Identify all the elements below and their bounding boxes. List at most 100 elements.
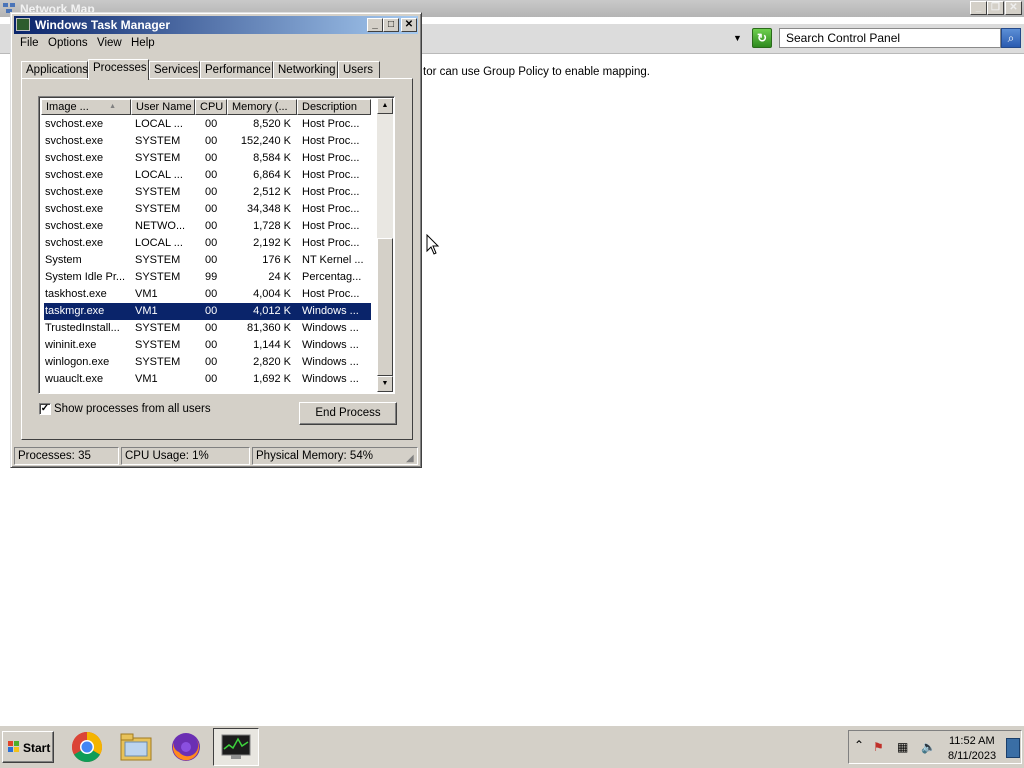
tab-networking[interactable]: Networking bbox=[273, 61, 338, 79]
cell-user-name: VM1 bbox=[135, 288, 158, 300]
task-manager-titlebar[interactable]: Windows Task Manager _ □ ✕ bbox=[14, 16, 418, 34]
cell-user-name: SYSTEM bbox=[135, 152, 181, 164]
cell-memory: 4,004 K bbox=[253, 288, 291, 300]
cell-cpu: 00 bbox=[205, 135, 218, 147]
restore-button[interactable]: ❐ bbox=[987, 1, 1004, 15]
search-icon[interactable]: ⌕ bbox=[1001, 28, 1021, 48]
cell-cpu: 00 bbox=[205, 152, 218, 164]
cell-memory: 2,192 K bbox=[253, 237, 291, 249]
table-row[interactable]: svchost.exe LOCAL ... 00 8,520 K Host Proc..… bbox=[41, 116, 371, 133]
cell-cpu: 00 bbox=[205, 356, 218, 368]
cell-description: Host Proc... bbox=[302, 237, 360, 249]
tab-performance[interactable]: Performance bbox=[200, 61, 273, 79]
column-cpu[interactable]: CPU bbox=[195, 99, 227, 115]
cell-cpu: 00 bbox=[205, 305, 218, 317]
cell-description: Windows ... bbox=[302, 356, 359, 368]
scroll-down-icon[interactable]: ▼ bbox=[377, 376, 393, 392]
notification-area: ⌃ ⚑ ▦ 🔈 11:52 AM 8/11/2023 bbox=[848, 730, 1022, 764]
menu-file[interactable]: File bbox=[20, 37, 39, 49]
show-all-users-label: Show processes from all users bbox=[54, 403, 211, 416]
table-row[interactable]: svchost.exe LOCAL ... 00 6,864 K Host Proc..… bbox=[41, 167, 371, 184]
minimize-button[interactable]: _ bbox=[970, 1, 987, 15]
cell-user-name: SYSTEM bbox=[135, 322, 181, 334]
column-description[interactable]: Description bbox=[297, 99, 371, 115]
menu-bar: File Options View Help bbox=[14, 35, 418, 53]
clock-time[interactable]: 11:52 AM bbox=[949, 735, 995, 747]
tab-services[interactable]: Services bbox=[149, 61, 200, 79]
cell-user-name: SYSTEM bbox=[135, 254, 181, 266]
task-manager-app-icon bbox=[16, 18, 30, 31]
scrollbar-thumb[interactable] bbox=[377, 238, 393, 376]
cell-image-name: svchost.exe bbox=[45, 237, 104, 249]
network-status-icon[interactable]: ▦ bbox=[897, 740, 908, 754]
cell-memory: 8,520 K bbox=[253, 118, 291, 130]
taskbar-chrome-button[interactable] bbox=[64, 728, 110, 766]
table-row[interactable]: svchost.exe SYSTEM 00 8,584 K Host Proc... bbox=[41, 150, 371, 167]
show-desktop-button[interactable] bbox=[1006, 738, 1020, 758]
maximize-button[interactable]: □ bbox=[383, 18, 399, 32]
resize-grip-icon[interactable]: ◢ bbox=[406, 453, 418, 465]
cell-user-name: VM1 bbox=[135, 305, 158, 317]
action-center-flag-icon[interactable]: ⚑ bbox=[873, 740, 884, 754]
table-row[interactable]: svchost.exe NETWO... 00 1,728 K Host Proc... bbox=[41, 218, 371, 235]
chevron-down-icon[interactable]: ▼ bbox=[733, 33, 742, 43]
show-all-users-checkbox[interactable]: ✓ bbox=[39, 403, 51, 416]
start-button[interactable]: Start bbox=[2, 731, 54, 763]
taskbar-task-manager-button[interactable] bbox=[213, 728, 259, 766]
show-hidden-icons-icon[interactable]: ⌃ bbox=[854, 738, 864, 752]
cell-user-name: LOCAL ... bbox=[135, 169, 183, 181]
close-button[interactable]: ✕ bbox=[1005, 1, 1022, 15]
column-user-name[interactable]: User Name bbox=[131, 99, 195, 115]
table-row[interactable]: wininit.exe SYSTEM 00 1,144 K Windows ... bbox=[41, 337, 371, 354]
column-memory[interactable]: Memory (... bbox=[227, 99, 297, 115]
cell-description: Host Proc... bbox=[302, 220, 360, 232]
cell-memory: 2,820 K bbox=[253, 356, 291, 368]
cell-description: Host Proc... bbox=[302, 203, 360, 215]
table-row[interactable]: winlogon.exe SYSTEM 00 2,820 K Windows ... bbox=[41, 354, 371, 371]
close-button[interactable]: ✕ bbox=[401, 18, 417, 32]
cell-image-name: taskhost.exe bbox=[45, 288, 107, 300]
windows-logo-icon bbox=[8, 741, 19, 752]
table-row[interactable]: svchost.exe SYSTEM 00 152,240 K Host Proc... bbox=[41, 133, 371, 150]
show-all-users-option[interactable]: ✓ Show processes from all users bbox=[39, 403, 211, 416]
cell-cpu: 00 bbox=[205, 254, 218, 266]
volume-muted-icon[interactable]: 🔈 bbox=[921, 740, 936, 754]
minimize-button[interactable]: _ bbox=[367, 18, 383, 32]
tab-processes[interactable]: Processes bbox=[88, 59, 149, 80]
table-row[interactable]: wuauclt.exe VM1 00 1,692 K Windows ... bbox=[41, 371, 371, 388]
taskbar-firefox-button[interactable] bbox=[163, 728, 209, 766]
cell-cpu: 00 bbox=[205, 203, 218, 215]
table-row[interactable]: System SYSTEM 00 176 K NT Kernel ... bbox=[41, 252, 371, 269]
table-row[interactable]: svchost.exe SYSTEM 00 34,348 K Host Proc... bbox=[41, 201, 371, 218]
cell-user-name: SYSTEM bbox=[135, 356, 181, 368]
menu-view[interactable]: View bbox=[97, 37, 122, 49]
refresh-button[interactable]: ↻ bbox=[752, 28, 772, 48]
table-row[interactable]: taskhost.exe VM1 00 4,004 K Host Proc... bbox=[41, 286, 371, 303]
table-row[interactable]: svchost.exe SYSTEM 00 2,512 K Host Proc... bbox=[41, 184, 371, 201]
menu-options[interactable]: Options bbox=[48, 37, 88, 49]
process-list[interactable]: Image ... ▲ User Name CPU Memory (... De… bbox=[38, 96, 395, 394]
table-row[interactable]: taskmgr.exe VM1 00 4,012 K Windows ... bbox=[44, 303, 371, 320]
cell-image-name: svchost.exe bbox=[45, 203, 104, 215]
status-physical-memory: Physical Memory: 54% bbox=[252, 447, 418, 465]
clock-date[interactable]: 8/11/2023 bbox=[948, 750, 996, 762]
task-manager-window: Windows Task Manager _ □ ✕ File Options … bbox=[10, 12, 422, 468]
menu-help[interactable]: Help bbox=[131, 37, 155, 49]
table-row[interactable]: System Idle Pr... SYSTEM 99 24 K Percentag..… bbox=[41, 269, 371, 286]
search-input[interactable]: Search Control Panel bbox=[779, 28, 1001, 48]
tab-applications[interactable]: Applications bbox=[21, 61, 88, 79]
end-process-button[interactable]: End Process bbox=[299, 402, 397, 425]
scroll-up-icon[interactable]: ▲ bbox=[377, 98, 393, 114]
column-image-name[interactable]: Image ... ▲ bbox=[41, 99, 131, 115]
cell-user-name: NETWO... bbox=[135, 220, 186, 232]
taskbar-explorer-button[interactable] bbox=[113, 728, 159, 766]
cell-memory: 176 K bbox=[262, 254, 291, 266]
tab-users[interactable]: Users bbox=[338, 61, 380, 79]
vertical-scrollbar[interactable]: ▲ ▼ bbox=[377, 98, 393, 392]
sort-ascending-icon: ▲ bbox=[109, 103, 116, 110]
table-row[interactable]: svchost.exe LOCAL ... 00 2,192 K Host Proc..… bbox=[41, 235, 371, 252]
cell-description: Host Proc... bbox=[302, 169, 360, 181]
table-row[interactable]: TrustedInstall... SYSTEM 00 81,360 K Windows… bbox=[41, 320, 371, 337]
cell-description: Windows ... bbox=[302, 305, 359, 317]
cell-cpu: 00 bbox=[205, 322, 218, 334]
